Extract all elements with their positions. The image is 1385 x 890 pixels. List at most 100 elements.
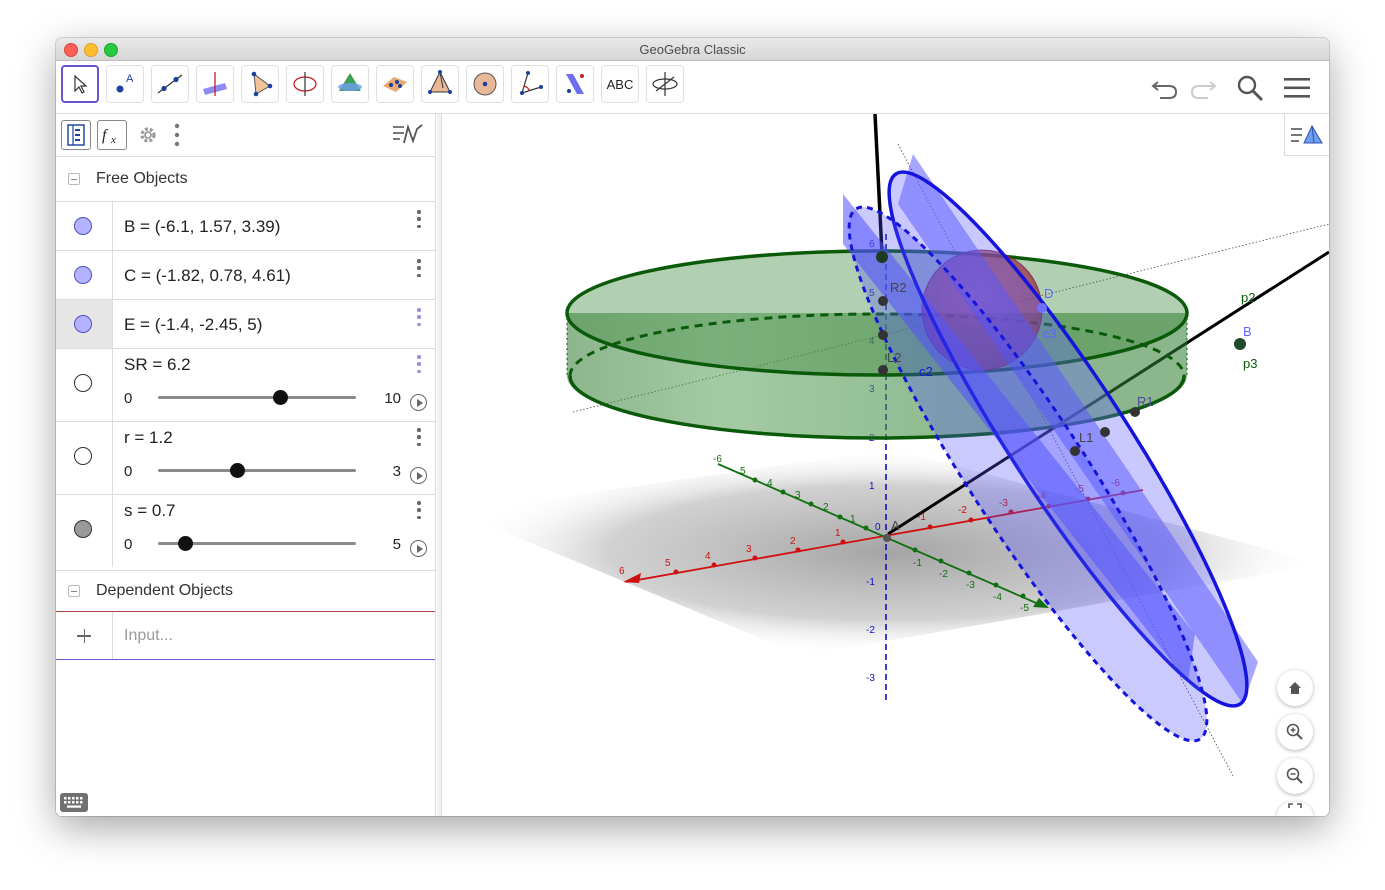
dependent-objects-section[interactable]: Dependent Objects (56, 570, 435, 611)
algebra-more-button[interactable] (169, 120, 185, 150)
view-splitter[interactable] (437, 114, 442, 816)
intersect-surfaces-tool-button[interactable] (331, 65, 369, 103)
rotate-view-tool-button[interactable] (646, 65, 684, 103)
perpendicular-line-icon (203, 72, 227, 96)
sphere-tool-button[interactable] (466, 65, 504, 103)
home-view-button[interactable] (1277, 670, 1313, 706)
polygon-tool-button[interactable] (241, 65, 279, 103)
point-tool-button[interactable]: A (106, 65, 144, 103)
main-menu-button[interactable] (1280, 71, 1314, 105)
visibility-dot-icon[interactable] (74, 266, 92, 284)
visibility-marker[interactable] (56, 422, 113, 494)
algebra-item-B[interactable]: B = (-6.1, 1.57, 3.39) (56, 201, 435, 250)
slider-thumb[interactable] (178, 536, 194, 551)
plane-points-tool-button[interactable] (376, 65, 414, 103)
algebra-description-button[interactable]: fx (97, 120, 127, 150)
keyboard-button[interactable] (60, 793, 88, 812)
free-objects-label: Free Objects (96, 170, 188, 187)
algebra-settings-button[interactable] (133, 120, 163, 150)
visibility-dot-icon[interactable] (74, 374, 92, 392)
collapse-toggle-icon[interactable] (68, 585, 80, 597)
search-button[interactable] (1233, 71, 1267, 105)
svg-text:c3: c3 (1043, 326, 1057, 341)
algebra-header-divider (56, 156, 435, 157)
algebra-item-text: C = (-1.82, 0.78, 4.61) (124, 266, 291, 285)
undo-button[interactable] (1148, 71, 1182, 105)
zoom-out-button[interactable] (1277, 758, 1313, 794)
angle-tool-button[interactable] (511, 65, 549, 103)
visibility-dot-icon[interactable] (74, 217, 92, 235)
svg-text:3: 3 (795, 490, 801, 501)
item-menu-icon[interactable] (417, 308, 421, 326)
circle-axis-tool-button[interactable] (286, 65, 324, 103)
item-menu-icon[interactable] (417, 210, 421, 228)
scene-3d[interactable]: 6 5 4 3 2 1 -1 -2 -3 -4 -5 -6 -6 5 4 3 2… (443, 114, 1329, 816)
perpendicular-tool-button[interactable] (196, 65, 234, 103)
slider-max: 5 (392, 536, 401, 553)
reflect-plane-tool-button[interactable] (556, 65, 594, 103)
free-objects-section[interactable]: Free Objects (56, 159, 435, 199)
slider-track[interactable] (158, 390, 356, 405)
svg-text:-6: -6 (713, 454, 722, 465)
play-animation-icon[interactable] (410, 394, 427, 411)
svg-text:p3: p3 (1243, 356, 1257, 371)
3d-graphics-icon (1291, 124, 1323, 143)
add-input-icon[interactable] (56, 612, 113, 659)
slider-r[interactable]: r = 1.2 0 3 (56, 421, 435, 494)
algebra-view-style-button[interactable] (391, 120, 427, 150)
visibility-dot-icon[interactable] (74, 520, 92, 538)
item-menu-icon[interactable] (417, 428, 421, 446)
item-menu-icon[interactable] (417, 501, 421, 519)
line-icon (157, 74, 183, 94)
svg-text:f: f (102, 127, 109, 144)
pyramid-icon (428, 70, 452, 94)
item-menu-icon[interactable] (417, 259, 421, 277)
algebra-item-E[interactable]: E = (-1.4, -2.45, 5) (56, 299, 435, 348)
algebra-item-C[interactable]: C = (-1.82, 0.78, 4.61) (56, 250, 435, 299)
visibility-dot-icon[interactable] (74, 315, 92, 333)
item-menu-icon[interactable] (417, 355, 421, 373)
visibility-marker[interactable] (56, 300, 113, 348)
rotate-view-icon (652, 72, 678, 96)
zoom-in-button[interactable] (1277, 714, 1313, 750)
slider-track[interactable] (158, 536, 356, 551)
slider-track[interactable] (158, 463, 356, 478)
plane-points-icon (383, 77, 407, 92)
svg-text:-3: -3 (966, 580, 975, 591)
visibility-marker[interactable] (56, 349, 113, 421)
algebra-input[interactable] (114, 616, 426, 656)
redo-button[interactable] (1186, 71, 1220, 105)
search-icon (1237, 75, 1264, 102)
text-tool-button[interactable]: ABC (601, 65, 639, 103)
visibility-marker[interactable] (56, 495, 113, 567)
pyramid-tool-button[interactable] (421, 65, 459, 103)
menu-icon (1284, 78, 1310, 98)
visibility-marker[interactable] (56, 202, 113, 250)
svg-text:2: 2 (790, 536, 796, 547)
svg-text:D: D (1044, 286, 1053, 301)
play-animation-icon[interactable] (410, 467, 427, 484)
slider-s[interactable]: s = 0.7 0 5 (56, 494, 435, 567)
slider-thumb[interactable] (273, 390, 289, 405)
visibility-dot-icon[interactable] (74, 447, 92, 465)
fullscreen-button[interactable] (1277, 802, 1313, 816)
toolbar: A ABC (56, 61, 1329, 114)
slider-SR[interactable]: SR = 6.2 0 10 (56, 348, 435, 421)
slider-thumb[interactable] (229, 463, 245, 478)
slider-max: 3 (392, 463, 401, 480)
zoom-out-icon (1286, 767, 1303, 784)
title-bar: GeoGebra Classic (56, 38, 1329, 61)
graphics-style-button[interactable] (1284, 114, 1329, 156)
play-animation-icon[interactable] (410, 540, 427, 557)
object-tree-button[interactable] (61, 120, 91, 150)
algebra-item-text: B = (-6.1, 1.57, 3.39) (124, 217, 281, 236)
graphics-3d-view[interactable]: 6 5 4 3 2 1 -1 -2 -3 -4 -5 -6 -6 5 4 3 2… (443, 114, 1329, 816)
visibility-marker[interactable] (56, 251, 113, 299)
zoom-in-icon (1286, 723, 1303, 740)
line-tool-button[interactable] (151, 65, 189, 103)
move-tool-button[interactable] (61, 65, 99, 103)
svg-text:1: 1 (869, 481, 875, 492)
text-tool-icon: ABC (606, 76, 634, 92)
collapse-toggle-icon[interactable] (68, 173, 80, 185)
app-window: GeoGebra Classic A ABC f x Free Objects … (56, 38, 1329, 816)
